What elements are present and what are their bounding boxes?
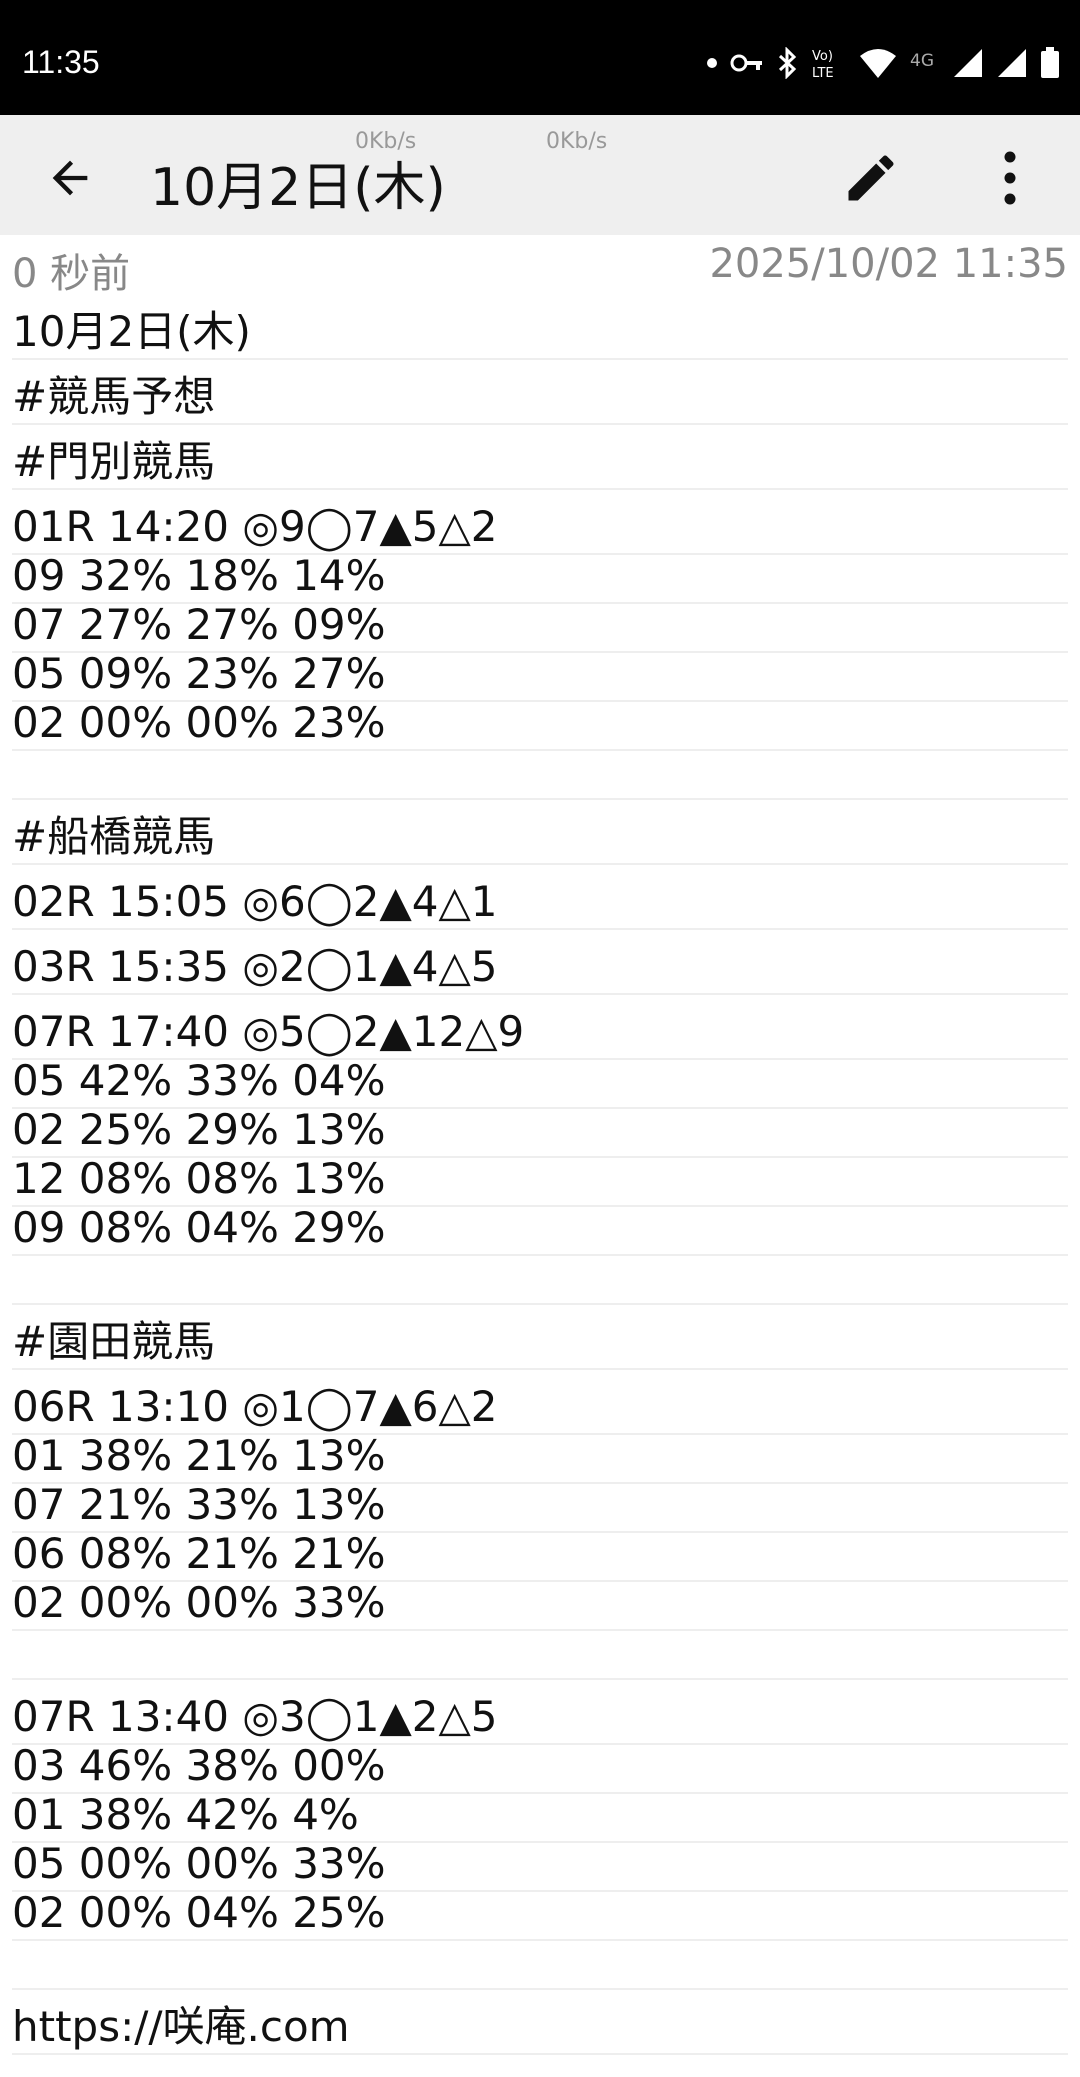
note-line: 07 21% 33% 13% bbox=[12, 1480, 1068, 1533]
note-line: 02R 15:05 ◎6◯2▲4△1 bbox=[12, 865, 1068, 930]
note-line: 01 38% 42% 4% bbox=[12, 1790, 1068, 1843]
note-line bbox=[12, 751, 1068, 800]
note-line: 02 00% 04% 25% bbox=[12, 1888, 1068, 1941]
note-line: 12 08% 08% 13% bbox=[12, 1154, 1068, 1207]
svg-text:4G: 4G bbox=[910, 52, 934, 71]
note-line: 07R 17:40 ◎5◯2▲12△9 bbox=[12, 995, 1068, 1060]
note-line bbox=[12, 1631, 1068, 1680]
note-line: #競馬予想 bbox=[12, 360, 1068, 425]
edit-button[interactable] bbox=[836, 143, 906, 213]
note-line: 03R 15:35 ◎2◯1▲4△5 bbox=[12, 930, 1068, 995]
note-line: 06R 13:10 ◎1◯7▲6△2 bbox=[12, 1370, 1068, 1435]
back-button[interactable] bbox=[40, 148, 100, 208]
bluetooth-icon bbox=[776, 47, 798, 79]
note-line: 09 08% 04% 29% bbox=[12, 1203, 1068, 1256]
relative-time: 0 秒前 bbox=[12, 251, 131, 297]
more-options-button[interactable] bbox=[980, 143, 1040, 213]
edit-pencil-icon bbox=[848, 155, 894, 201]
note-meta: 0 秒前 2025/10/02 11:35 bbox=[0, 235, 1080, 297]
signal-icon bbox=[996, 47, 1028, 79]
status-icons: Vo) LTE 4G bbox=[706, 46, 1060, 80]
note-line: 05 00% 00% 33% bbox=[12, 1839, 1068, 1892]
vpn-key-icon bbox=[730, 52, 764, 74]
page-title: 10月2日(木) bbox=[150, 158, 446, 218]
note-line: 02 25% 29% 13% bbox=[12, 1105, 1068, 1158]
note-line bbox=[12, 1256, 1068, 1305]
note-line: 02 00% 00% 33% bbox=[12, 1578, 1068, 1631]
4g-icon: 4G bbox=[910, 52, 940, 74]
note-line bbox=[12, 1941, 1068, 1990]
svg-text:LTE: LTE bbox=[812, 66, 834, 80]
note-line: 06 08% 21% 21% bbox=[12, 1529, 1068, 1582]
battery-icon bbox=[1040, 47, 1060, 79]
note-line: 01 38% 21% 13% bbox=[12, 1431, 1068, 1484]
note-line: 02 00% 00% 23% bbox=[12, 698, 1068, 751]
network-speed-left: 0Kb/s bbox=[355, 129, 417, 154]
dot-icon bbox=[706, 57, 718, 69]
note-link-line[interactable]: https://咲庵.com bbox=[12, 1990, 1068, 2055]
wifi-icon bbox=[858, 47, 898, 79]
timestamp: 2025/10/02 11:35 bbox=[709, 241, 1068, 287]
note-body[interactable]: 10月2日(木) #競馬予想 #門別競馬 01R 14:20 ◎9◯7▲5△2 … bbox=[0, 295, 1080, 2055]
more-vert-icon bbox=[1004, 151, 1016, 205]
note-line: #船橋競馬 bbox=[12, 800, 1068, 865]
note-line: 05 09% 23% 27% bbox=[12, 649, 1068, 702]
svg-text:Vo): Vo) bbox=[812, 49, 833, 64]
status-bar: 11:35 Vo) LTE 4G bbox=[0, 0, 1080, 115]
note-line: 07R 13:40 ◎3◯1▲2△5 bbox=[12, 1680, 1068, 1745]
signal-icon bbox=[952, 47, 984, 79]
note-line: 07 27% 27% 09% bbox=[12, 600, 1068, 653]
note-line: #園田競馬 bbox=[12, 1305, 1068, 1370]
note-line: 09 32% 18% 14% bbox=[12, 551, 1068, 604]
note-line: 01R 14:20 ◎9◯7▲5△2 bbox=[12, 490, 1068, 555]
network-speed-right: 0Kb/s bbox=[546, 129, 608, 154]
app-bar: 10月2日(木) 0Kb/s 0Kb/s bbox=[0, 115, 1080, 235]
back-arrow-icon bbox=[52, 160, 88, 196]
status-time: 11:35 bbox=[22, 44, 100, 80]
note-line: 03 46% 38% 00% bbox=[12, 1741, 1068, 1794]
note-line: #門別競馬 bbox=[12, 425, 1068, 490]
note-line: 10月2日(木) bbox=[12, 295, 1068, 360]
note-line: 05 42% 33% 04% bbox=[12, 1056, 1068, 1109]
volte-icon: Vo) LTE bbox=[810, 46, 846, 80]
